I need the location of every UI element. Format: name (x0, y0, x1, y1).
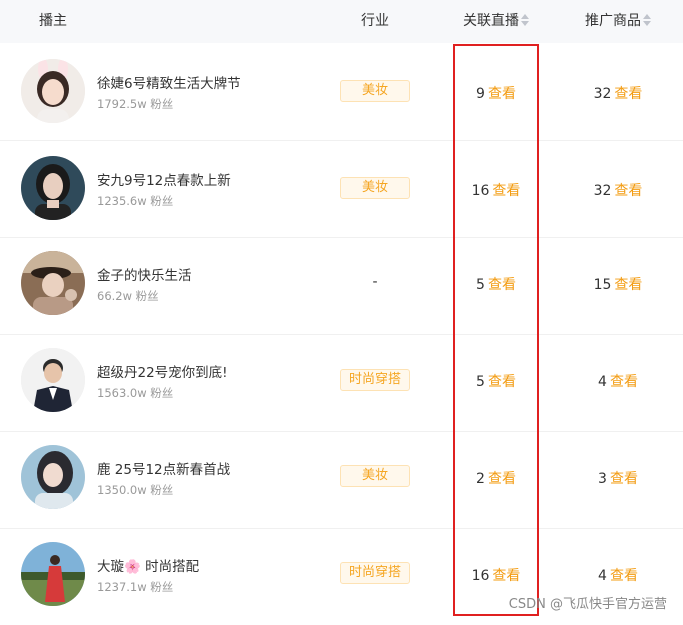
table-row: 鹿 25号12点新春首战 1350.0w 粉丝 美妆 2 查看 3 查看 (0, 431, 683, 529)
fans-count: 1792.5w 粉丝 (97, 97, 174, 111)
view-live-link[interactable]: 查看 (488, 86, 516, 102)
avatar[interactable] (21, 542, 85, 606)
view-goods-link[interactable]: 查看 (614, 183, 642, 199)
view-live-link[interactable]: 查看 (492, 183, 520, 199)
fans-count: 1563.0w 粉丝 (97, 386, 174, 400)
view-goods-link[interactable]: 查看 (614, 277, 642, 293)
sort-icon[interactable] (521, 14, 529, 26)
view-live-link[interactable]: 查看 (492, 568, 520, 584)
avatar[interactable] (21, 59, 85, 123)
live-cell: 16 查看 (455, 180, 537, 200)
view-live-link[interactable]: 查看 (488, 277, 516, 293)
avatar[interactable] (21, 251, 85, 315)
goods-cell: 4 查看 (577, 371, 659, 391)
table-row: 安九9号12点春款上新 1235.6w 粉丝 美妆 16 查看 32 查看 (0, 140, 683, 238)
live-cell: 9 查看 (455, 83, 537, 103)
industry-tag: 美妆 (340, 80, 410, 102)
column-header-goods[interactable]: 推广商品 (577, 0, 659, 43)
table-row: 徐婕6号精致生活大牌节 1792.5w 粉丝 美妆 9 查看 32 查看 (0, 43, 683, 141)
fans-count: 1235.6w 粉丝 (97, 194, 174, 208)
goods-count: 4 (598, 568, 607, 584)
table-header: 播主 行业 关联直播 推广商品 (0, 0, 683, 43)
goods-cell: 3 查看 (577, 468, 659, 488)
industry-tag: 时尚穿搭 (340, 369, 410, 391)
live-count: 5 (476, 374, 485, 390)
view-goods-link[interactable]: 查看 (610, 374, 638, 390)
goods-cell: 4 查看 (577, 565, 659, 585)
streamer-name[interactable]: 鹿 25号12点新春首战 (97, 458, 230, 478)
avatar[interactable] (21, 348, 85, 412)
industry-empty: - (372, 274, 378, 290)
live-cell: 16 查看 (455, 565, 537, 585)
live-count: 16 (471, 183, 490, 199)
goods-count: 15 (593, 277, 612, 293)
fans-count: 1237.1w 粉丝 (97, 580, 174, 594)
view-goods-link[interactable]: 查看 (610, 471, 638, 487)
column-header-live-label: 关联直播 (463, 13, 519, 29)
streamer-name[interactable]: 大璇🌸 时尚搭配 (97, 555, 199, 575)
live-count: 5 (476, 277, 485, 293)
column-header-streamer: 播主 (39, 13, 67, 29)
live-cell: 5 查看 (455, 274, 537, 294)
fans-count: 66.2w 粉丝 (97, 289, 159, 303)
goods-cell: 32 查看 (577, 83, 659, 103)
avatar[interactable] (21, 445, 85, 509)
view-goods-link[interactable]: 查看 (610, 568, 638, 584)
live-count: 2 (476, 471, 485, 487)
column-header-goods-label: 推广商品 (585, 13, 641, 29)
goods-count: 4 (598, 374, 607, 390)
goods-count: 32 (593, 183, 612, 199)
live-count: 16 (471, 568, 490, 584)
industry-tag: 美妆 (340, 465, 410, 487)
industry-tag: 时尚穿搭 (340, 562, 410, 584)
watermark: CSDN @飞瓜快手官方运营 (508, 597, 667, 612)
table-row: 超级丹22号宠你到底! 1563.0w 粉丝 时尚穿搭 5 查看 4 查看 (0, 334, 683, 432)
view-goods-link[interactable]: 查看 (614, 86, 642, 102)
streamer-name[interactable]: 金子的快乐生活 (97, 264, 192, 284)
industry-tag: 美妆 (340, 177, 410, 199)
streamer-name[interactable]: 安九9号12点春款上新 (97, 169, 231, 189)
goods-cell: 15 查看 (577, 274, 659, 294)
live-cell: 5 查看 (455, 371, 537, 391)
live-count: 9 (476, 86, 485, 102)
live-cell: 2 查看 (455, 468, 537, 488)
goods-count: 32 (593, 86, 612, 102)
view-live-link[interactable]: 查看 (488, 471, 516, 487)
sort-icon[interactable] (643, 14, 651, 26)
streamer-name[interactable]: 徐婕6号精致生活大牌节 (97, 72, 241, 92)
goods-count: 3 (598, 471, 607, 487)
view-live-link[interactable]: 查看 (488, 374, 516, 390)
avatar[interactable] (21, 156, 85, 220)
column-header-industry: 行业 (361, 13, 389, 29)
streamer-name[interactable]: 超级丹22号宠你到底! (97, 361, 228, 381)
column-header-live[interactable]: 关联直播 (455, 0, 537, 43)
fans-count: 1350.0w 粉丝 (97, 483, 174, 497)
table-row: 金子的快乐生活 66.2w 粉丝 - 5 查看 15 查看 (0, 237, 683, 335)
goods-cell: 32 查看 (577, 180, 659, 200)
